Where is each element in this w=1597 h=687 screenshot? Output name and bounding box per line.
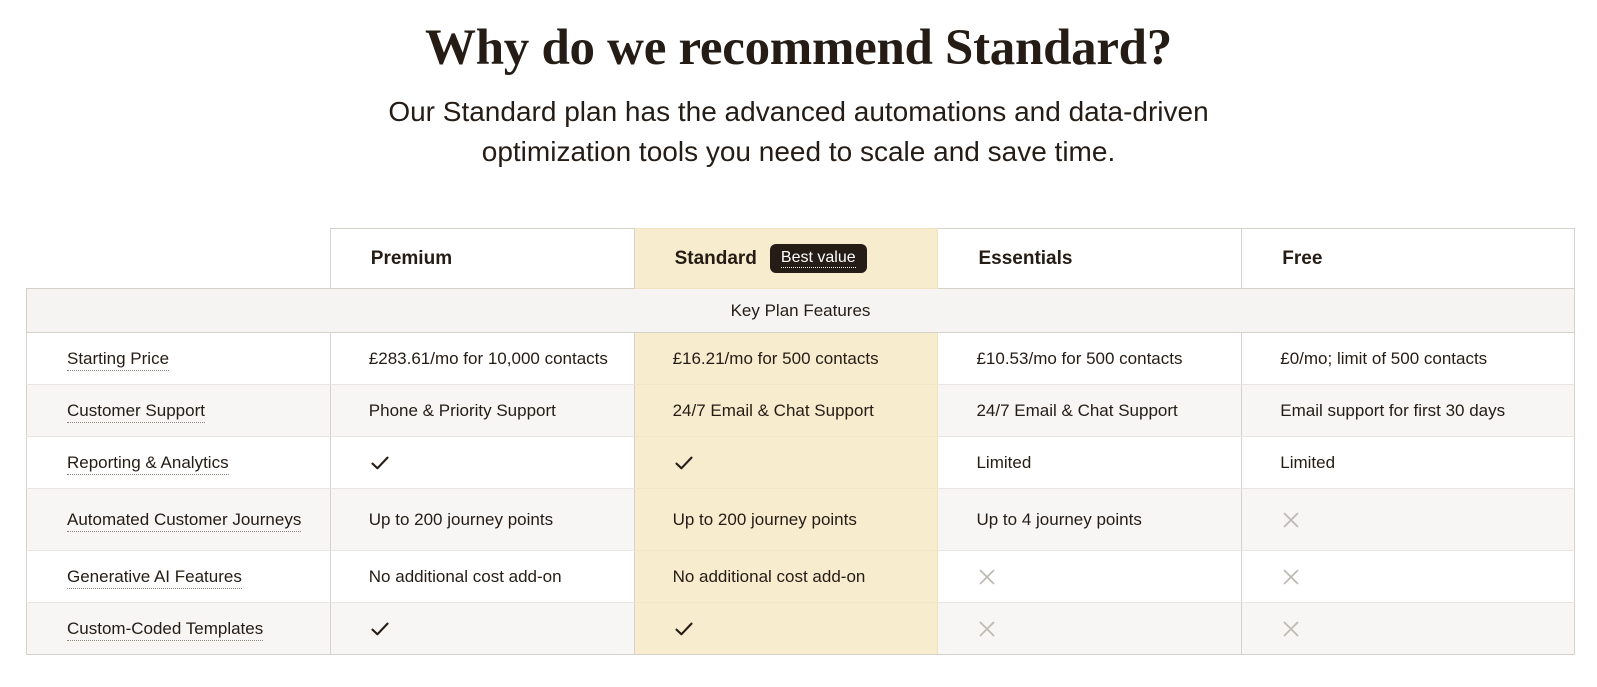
feature-value-cell: £283.61/mo for 10,000 contacts — [330, 332, 635, 385]
feature-value-cell: Up to 200 journey points — [330, 488, 635, 551]
feature-name-cell[interactable]: Generative AI Features — [26, 550, 331, 603]
table-row: Custom-Coded Templates — [26, 602, 1575, 655]
feature-value-text: Email support for first 30 days — [1280, 400, 1506, 420]
feature-value-cell: 24/7 Email & Chat Support — [937, 384, 1243, 437]
feature-value-text: 24/7 Email & Chat Support — [672, 400, 874, 420]
feature-value-cell: 24/7 Email & Chat Support — [633, 384, 939, 437]
plan-comparison-table-wrapper: Premium Standard Best value Essentials Free K… — [0, 228, 1597, 655]
feature-value-cell: Phone & Priority Support — [330, 384, 635, 437]
feature-value-cell: Limited — [937, 436, 1243, 489]
feature-value-cell: £16.21/mo for 500 contacts — [633, 332, 939, 385]
feature-value-text: Limited — [976, 452, 1032, 472]
feature-value-text: £16.21/mo for 500 contacts — [672, 348, 879, 368]
column-header-label: Essentials — [978, 247, 1073, 269]
column-header-label: Premium — [370, 247, 453, 269]
pricing-comparison-page: Why do we recommend Standard? Our Standa… — [0, 0, 1597, 687]
feature-value-text: Up to 200 journey points — [368, 509, 554, 529]
cross-icon — [1280, 618, 1302, 640]
heading-block: Why do we recommend Standard? Our Standa… — [0, 0, 1597, 172]
feature-name-cell[interactable]: Customer Support — [26, 384, 331, 437]
best-value-badge: Best value — [769, 244, 867, 273]
cross-icon — [1280, 566, 1302, 588]
column-header-premium[interactable]: Premium — [329, 228, 635, 289]
section-header-row: Key Plan Features — [26, 288, 1575, 333]
feature-value-cell: £0/mo; limit of 500 contacts — [1241, 332, 1575, 385]
feature-value-cell: Up to 4 journey points — [937, 488, 1243, 551]
page-subtitle: Our Standard plan has the advanced autom… — [388, 96, 1209, 167]
feature-value-cell — [633, 436, 939, 489]
plan-comparison-table: Premium Standard Best value Essentials Free K… — [26, 228, 1575, 655]
cross-icon — [976, 618, 998, 640]
header-blank-cell — [27, 229, 331, 289]
cross-icon — [976, 566, 998, 588]
feature-value-text: Up to 4 journey points — [976, 509, 1142, 529]
table-row: Reporting & Analytics Limited Limited — [26, 436, 1575, 489]
section-title: Key Plan Features — [26, 288, 1575, 333]
feature-value-text: Phone & Priority Support — [368, 400, 556, 420]
feature-label[interactable]: Automated Customer Journeys — [67, 509, 302, 532]
check-icon — [673, 452, 695, 474]
feature-value-text: £10.53/mo for 500 contacts — [976, 348, 1183, 368]
table-row: Customer Support Phone & Priority Support… — [26, 384, 1575, 437]
feature-value-text: Up to 200 journey points — [672, 509, 857, 529]
feature-value-cell: No additional cost add-on — [633, 550, 939, 603]
table-row: Starting Price £283.61/mo for 10,000 cont… — [26, 332, 1575, 385]
check-icon — [673, 618, 695, 640]
feature-value-text: £283.61/mo for 10,000 contacts — [368, 348, 608, 368]
feature-value-cell — [330, 602, 635, 655]
table-row: Generative AI Features No additional cost… — [26, 550, 1575, 603]
feature-value-text: No additional cost add-on — [672, 566, 866, 586]
feature-name-cell[interactable]: Automated Customer Journeys — [26, 488, 331, 551]
page-title: Why do we recommend Standard? — [425, 20, 1172, 76]
feature-label[interactable]: Starting Price — [67, 348, 170, 371]
feature-value-text: £0/mo; limit of 500 contacts — [1280, 348, 1488, 368]
feature-label[interactable]: Customer Support — [67, 400, 205, 423]
feature-value-cell: Limited — [1241, 436, 1575, 489]
feature-value-cell — [633, 602, 939, 655]
feature-value-cell — [1241, 602, 1575, 655]
check-icon — [369, 618, 391, 640]
check-icon — [369, 452, 391, 474]
feature-value-cell: Up to 200 journey points — [633, 488, 939, 551]
feature-label[interactable]: Reporting & Analytics — [67, 452, 229, 475]
feature-label[interactable]: Custom-Coded Templates — [67, 618, 264, 641]
feature-name-cell[interactable]: Reporting & Analytics — [26, 436, 331, 489]
feature-value-text: Limited — [1280, 452, 1336, 472]
feature-value-text: 24/7 Email & Chat Support — [976, 400, 1178, 420]
feature-name-cell[interactable]: Custom-Coded Templates — [26, 602, 331, 655]
feature-value-text: No additional cost add-on — [368, 566, 562, 586]
table-row: Automated Customer Journeys Up to 200 jou… — [26, 488, 1575, 551]
cross-icon — [1280, 509, 1302, 531]
feature-value-cell: No additional cost add-on — [330, 550, 635, 603]
feature-name-cell[interactable]: Starting Price — [26, 332, 331, 385]
feature-value-cell — [937, 602, 1243, 655]
column-header-standard[interactable]: Standard Best value — [633, 228, 939, 289]
feature-value-cell: £10.53/mo for 500 contacts — [937, 332, 1243, 385]
column-header-free[interactable]: Free — [1241, 228, 1575, 289]
feature-value-cell — [1241, 488, 1575, 551]
column-header-label: Standard — [674, 247, 757, 269]
column-header-essentials[interactable]: Essentials — [937, 228, 1243, 289]
feature-value-cell — [937, 550, 1243, 603]
feature-value-cell: Email support for first 30 days — [1241, 384, 1575, 437]
column-header-label: Free — [1282, 247, 1323, 269]
table-header-row: Premium Standard Best value Essentials Free — [27, 228, 1575, 289]
feature-value-cell — [330, 436, 635, 489]
feature-value-cell — [1241, 550, 1575, 603]
feature-label[interactable]: Generative AI Features — [67, 566, 242, 589]
